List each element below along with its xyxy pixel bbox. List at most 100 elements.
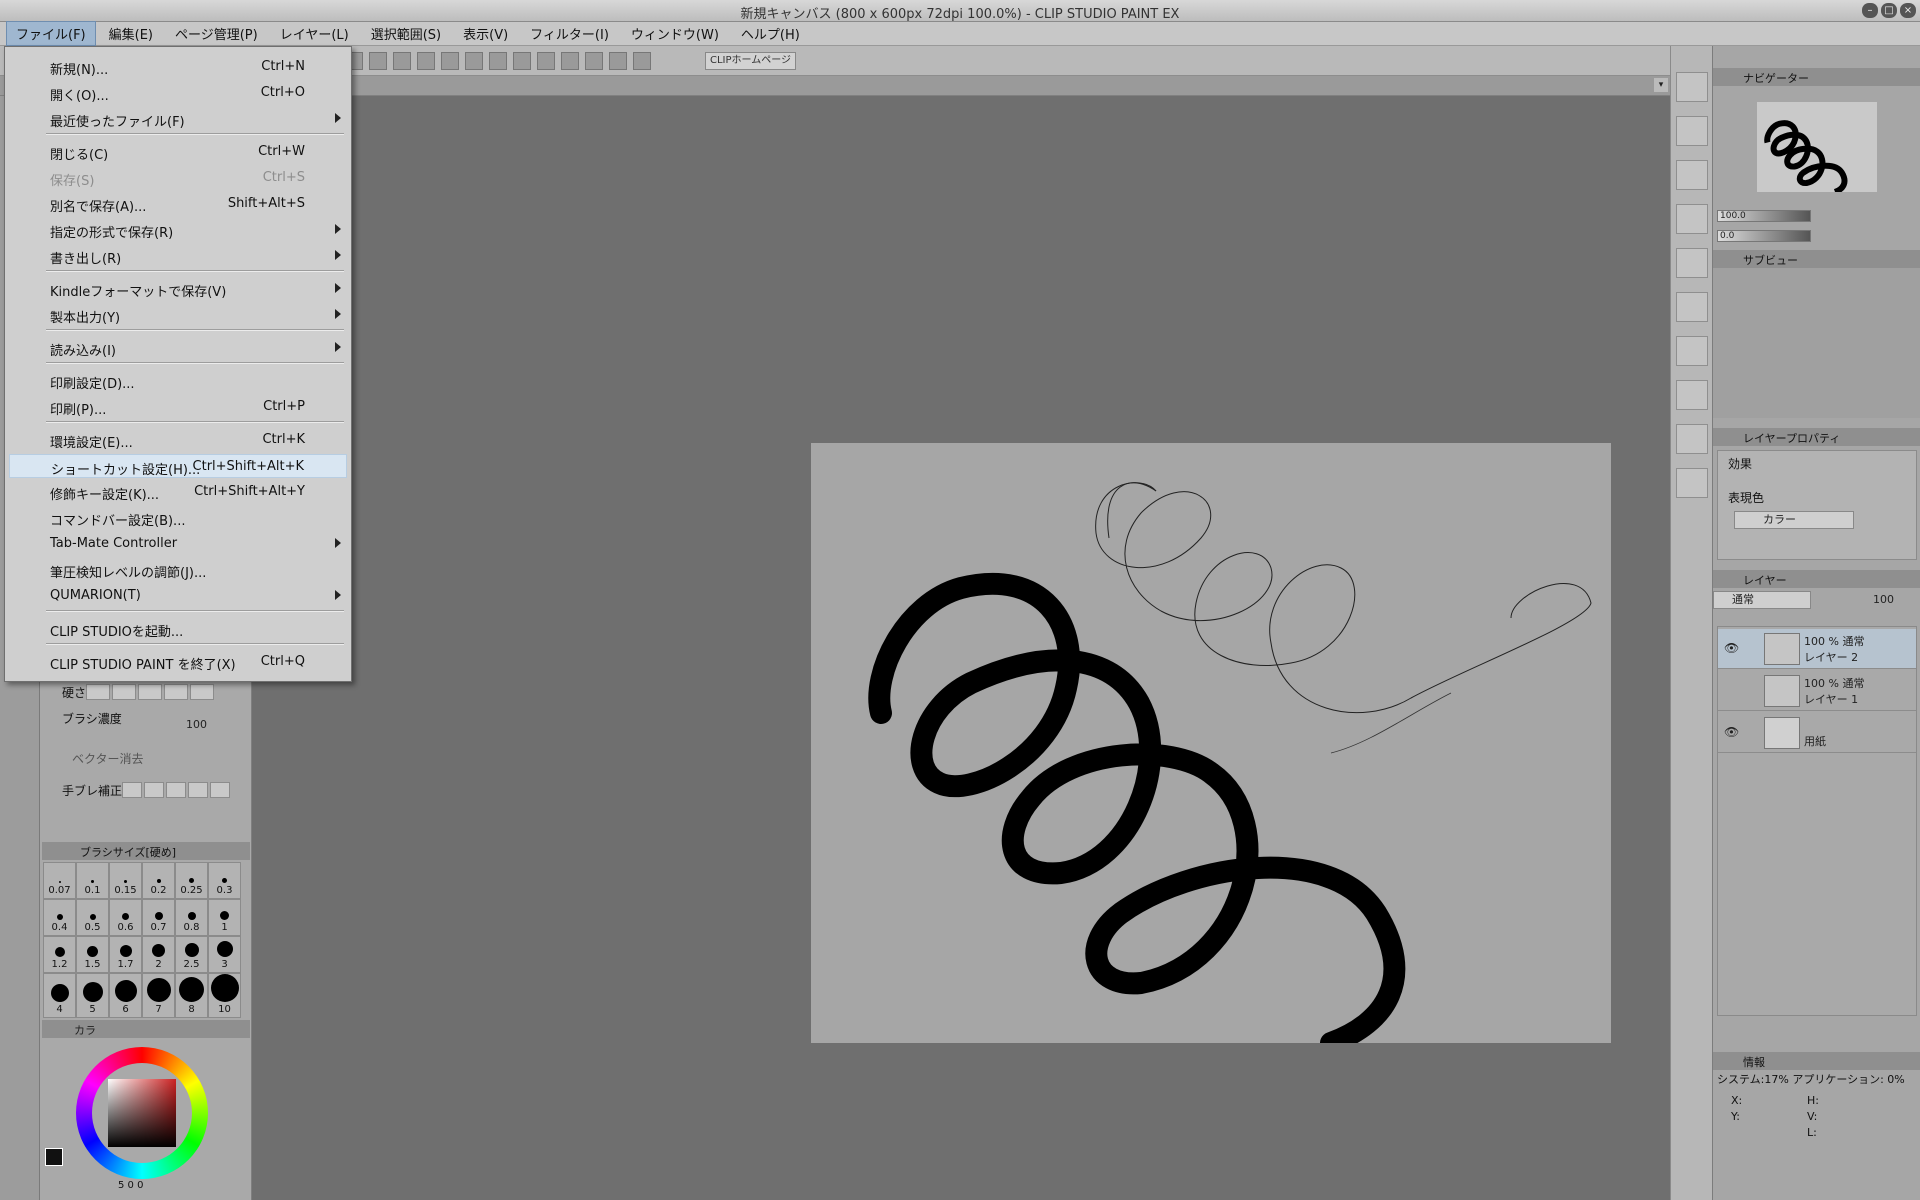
eye-icon[interactable]: 👁 (1724, 725, 1739, 739)
layer-row[interactable]: 👁 用紙 (1718, 713, 1916, 753)
material-add-icon[interactable] (1676, 160, 1708, 190)
menu-item-save-as[interactable]: 別名で保存(A)... Shift+Alt+S (9, 192, 347, 216)
grid-icon[interactable] (633, 52, 651, 70)
brush-size-preset[interactable]: 0.3 (208, 862, 241, 899)
redo-icon[interactable] (393, 52, 411, 70)
hardness-step[interactable] (164, 684, 188, 700)
material-link-icon[interactable] (1676, 468, 1708, 498)
menu-item-recent-files[interactable]: 最近使ったファイル(F) (9, 107, 347, 131)
material-close-icon[interactable] (1676, 116, 1708, 146)
brush-size-preset[interactable]: 1.5 (76, 936, 109, 973)
menu-filter[interactable]: フィルター(I) (521, 22, 618, 45)
fill-icon[interactable] (537, 52, 555, 70)
brush-size-preset[interactable]: 0.2 (142, 862, 175, 899)
brush-size-preset[interactable]: 3 (208, 936, 241, 973)
hardness-step[interactable] (112, 684, 136, 700)
folder-icon[interactable] (1676, 248, 1708, 278)
menu-help[interactable]: ヘルプ(H) (732, 22, 809, 45)
canvas-paper[interactable] (811, 443, 1611, 1054)
menu-page[interactable]: ページ管理(P) (166, 22, 267, 45)
brush-size-preset[interactable]: 0.6 (109, 899, 142, 936)
clip-homepage-button[interactable]: CLIPホームページ (705, 52, 797, 70)
menu-item-pen-pressure-settings[interactable]: 筆圧検知レベルの調節(J)... (9, 558, 347, 582)
hardness-step[interactable] (190, 684, 214, 700)
hardness-step[interactable] (86, 684, 110, 700)
menu-item-save-format[interactable]: 指定の形式で保存(R) (9, 218, 347, 242)
brush-size-preset[interactable]: 1 (208, 899, 241, 936)
brush-size-preset[interactable]: 0.15 (109, 862, 142, 899)
menu-item-new[interactable]: 新規(N)... Ctrl+N (9, 55, 347, 79)
zoom-slider[interactable]: 100.0 (1717, 210, 1811, 222)
menu-selection[interactable]: 選択範囲(S) (362, 22, 450, 45)
navigator-thumbnail[interactable] (1757, 102, 1877, 195)
layer-row[interactable]: 👁 100 % 通常 レイヤー 2 (1718, 629, 1916, 669)
stabilization-step[interactable] (122, 782, 142, 798)
stabilization-step[interactable] (188, 782, 208, 798)
subview-area[interactable] (1713, 268, 1920, 418)
menu-item-open[interactable]: 開く(O)... Ctrl+O (9, 81, 347, 105)
folder-icon[interactable] (1676, 72, 1708, 102)
snap-icon[interactable] (609, 52, 627, 70)
ruler-icon[interactable] (585, 52, 603, 70)
expression-color-select[interactable]: カラー (1734, 511, 1854, 529)
brush-size-preset[interactable]: 2.5 (175, 936, 208, 973)
brush-size-preset[interactable]: 0.07 (43, 862, 76, 899)
menu-window[interactable]: ウィンドウ(W) (622, 22, 728, 45)
maximize-icon[interactable]: □ (1881, 3, 1897, 18)
menu-item-import[interactable]: 読み込み(I) (9, 336, 347, 360)
menu-item-save[interactable]: 保存(S) Ctrl+S (9, 166, 347, 190)
menu-item-shortcut-settings[interactable]: ショートカット設定(H)... Ctrl+Shift+Alt+K (9, 454, 347, 478)
brush-size-preset[interactable]: 0.1 (76, 862, 109, 899)
menu-item-command-bar-settings[interactable]: コマンドバー設定(B)... (9, 506, 347, 530)
brush-density-value[interactable]: 100 (186, 718, 207, 731)
rotate-slider[interactable]: 0.0 (1717, 230, 1811, 242)
folder-icon[interactable] (1676, 424, 1708, 454)
brush-size-preset[interactable]: 7 (142, 973, 175, 1018)
brush-size-preset[interactable]: 1.2 (43, 936, 76, 973)
pen-icon[interactable] (465, 52, 483, 70)
hardness-step[interactable] (138, 684, 162, 700)
minimize-icon[interactable]: – (1862, 3, 1878, 18)
menu-item-qumarion[interactable]: QUMARION(T) (9, 584, 347, 608)
menu-item-quit[interactable]: CLIP STUDIO PAINT を終了(X) Ctrl+Q (9, 650, 347, 674)
brush-size-preset[interactable]: 4 (43, 973, 76, 1018)
main-color-swatch[interactable] (45, 1148, 63, 1166)
layer-row[interactable]: 100 % 通常 レイヤー 1 (1718, 671, 1916, 711)
stabilization-step[interactable] (166, 782, 186, 798)
transform-icon[interactable] (417, 52, 435, 70)
menu-view[interactable]: 表示(V) (454, 22, 517, 45)
menu-item-preferences[interactable]: 環境設定(E)... Ctrl+K (9, 428, 347, 452)
brush-size-preset[interactable]: 0.4 (43, 899, 76, 936)
stabilization-step[interactable] (144, 782, 164, 798)
chevron-down-icon[interactable]: ▾ (1654, 78, 1668, 92)
menu-item-kindle-save[interactable]: Kindleフォーマットで保存(V) (9, 277, 347, 301)
material-link-icon[interactable] (1676, 292, 1708, 322)
undo-icon[interactable] (369, 52, 387, 70)
menu-edit[interactable]: 編集(E) (100, 22, 162, 45)
blend-mode-select[interactable]: 通常 (1713, 591, 1811, 609)
brush-size-preset[interactable]: 10 (208, 973, 241, 1018)
menu-item-book-output[interactable]: 製本出力(Y) (9, 303, 347, 327)
brush-size-preset[interactable]: 6 (109, 973, 142, 1018)
menu-item-export[interactable]: 書き出し(R) (9, 244, 347, 268)
stabilization-step[interactable] (210, 782, 230, 798)
brush-size-preset[interactable]: 0.8 (175, 899, 208, 936)
menu-item-modifier-key-settings[interactable]: 修飾キー設定(K)... Ctrl+Shift+Alt+Y (9, 480, 347, 504)
clear-icon[interactable] (513, 52, 531, 70)
menu-item-print-settings[interactable]: 印刷設定(D)... (9, 369, 347, 393)
brush-size-preset[interactable]: 0.7 (142, 899, 175, 936)
material-export-icon[interactable] (1676, 204, 1708, 234)
close-icon[interactable]: × (1900, 3, 1916, 18)
menu-file[interactable]: ファイル(F) (6, 21, 96, 46)
menu-item-launch-clip-studio[interactable]: CLIP STUDIOを起動... (9, 617, 347, 641)
menu-item-tab-mate-controller[interactable]: Tab-Mate Controller (9, 532, 347, 556)
brush-size-preset[interactable]: 2 (142, 936, 175, 973)
scale-icon[interactable] (489, 52, 507, 70)
eye-icon[interactable]: 👁 (1724, 641, 1739, 655)
brush-size-preset[interactable]: 0.25 (175, 862, 208, 899)
material-link-icon[interactable] (1676, 380, 1708, 410)
menu-item-close[interactable]: 閉じる(C) Ctrl+W (9, 140, 347, 164)
menu-item-print[interactable]: 印刷(P)... Ctrl+P (9, 395, 347, 419)
menu-layer[interactable]: レイヤー(L) (271, 22, 358, 45)
brush-size-preset[interactable]: 5 (76, 973, 109, 1018)
